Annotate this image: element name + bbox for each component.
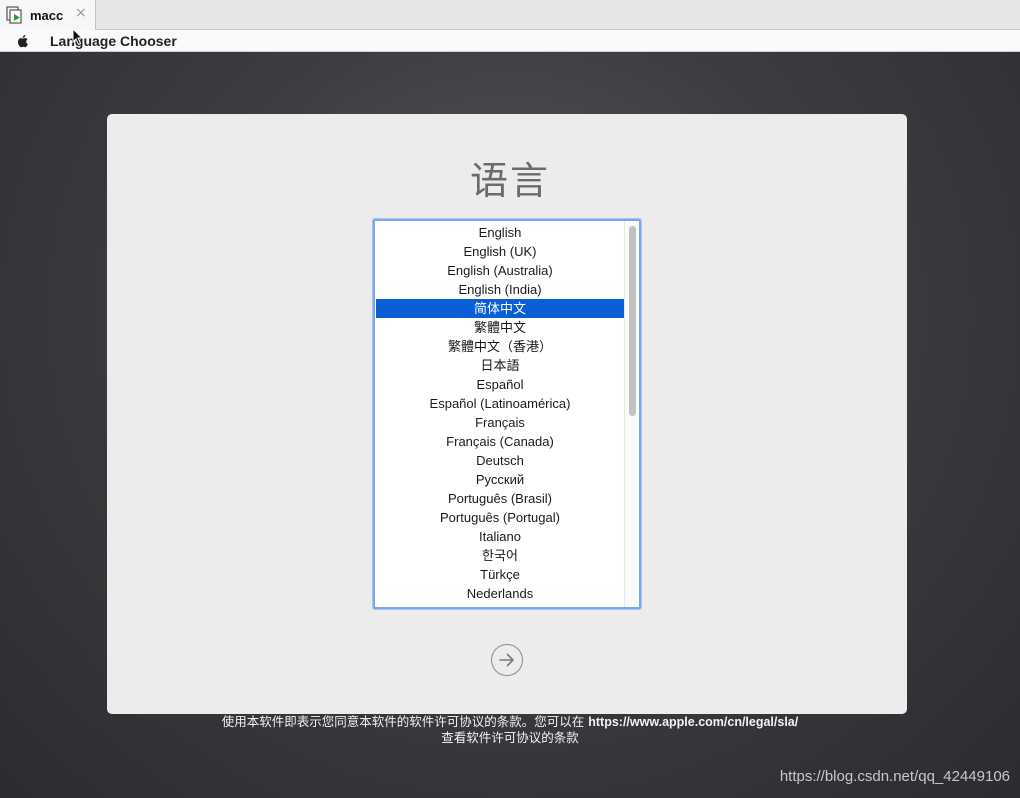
vm-play-icon: [6, 6, 24, 24]
language-option[interactable]: English (UK): [376, 242, 624, 261]
language-option[interactable]: Português (Brasil): [376, 489, 624, 508]
continue-button[interactable]: [491, 644, 523, 676]
language-option[interactable]: 한국어: [376, 546, 624, 565]
license-url[interactable]: https://www.apple.com/cn/legal/sla/: [588, 715, 798, 729]
language-option[interactable]: Français: [376, 413, 624, 432]
arrow-right-circle-icon: [498, 653, 514, 666]
language-option[interactable]: Español (Latinoamérica): [376, 394, 624, 413]
language-list-items: English English (UK) English (Australia) En…: [376, 223, 624, 603]
language-option[interactable]: Português (Portugal): [376, 508, 624, 527]
apple-logo-icon[interactable]: [15, 33, 31, 49]
language-option[interactable]: English (Australia): [376, 261, 624, 280]
language-option[interactable]: English: [376, 223, 624, 242]
menu-bar: Language Chooser: [0, 30, 1020, 52]
language-option[interactable]: Français (Canada): [376, 432, 624, 451]
license-line-1: 使用本软件即表示您同意本软件的软件许可协议的条款。您可以在 https://ww…: [0, 714, 1020, 730]
license-line-2: 查看软件许可协议的条款: [441, 730, 579, 745]
license-notice: 使用本软件即表示您同意本软件的软件许可协议的条款。您可以在 https://ww…: [0, 714, 1020, 746]
language-option[interactable]: 日本語: [376, 356, 624, 375]
license-text: 使用本软件即表示您同意本软件的软件许可协议的条款。您可以在: [221, 714, 589, 729]
language-option[interactable]: Русский: [376, 470, 624, 489]
language-option[interactable]: English (India): [376, 280, 624, 299]
scrollbar-thumb[interactable]: [629, 226, 636, 416]
language-option[interactable]: Italiano: [376, 527, 624, 546]
close-icon[interactable]: ×: [75, 5, 87, 21]
language-option[interactable]: 简体中文: [376, 299, 624, 318]
scrollbar-track[interactable]: [624, 221, 639, 607]
language-option[interactable]: Deutsch: [376, 451, 624, 470]
language-option[interactable]: Español: [376, 375, 624, 394]
tab-label: macc: [30, 7, 64, 23]
vm-tab-bar: macc ×: [0, 0, 1020, 30]
language-option[interactable]: Nederlands: [376, 584, 624, 603]
page-title: 语言: [469, 159, 550, 203]
mouse-pointer-icon: [72, 28, 84, 46]
menu-app-name[interactable]: Language Chooser: [50, 33, 177, 49]
language-option[interactable]: 繁體中文（香港）: [376, 337, 624, 356]
language-option[interactable]: 繁體中文: [376, 318, 624, 337]
watermark: https://blog.csdn.net/qq_42449106: [779, 768, 1010, 785]
language-list[interactable]: English English (UK) English (Australia) En…: [373, 219, 641, 609]
language-option[interactable]: Türkçe: [376, 565, 624, 584]
tab-macc[interactable]: macc ×: [0, 0, 96, 30]
